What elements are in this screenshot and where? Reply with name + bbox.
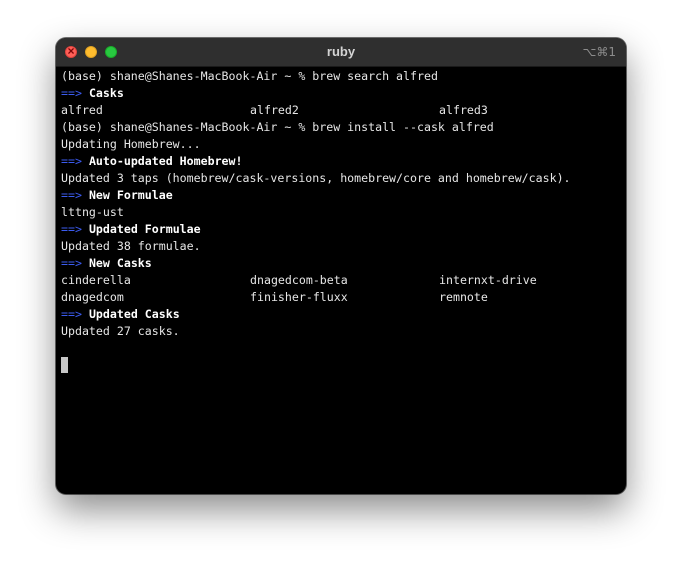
text-cursor	[61, 357, 68, 373]
terminal-header-line: ==> Updated Formulae	[61, 222, 201, 236]
terminal-line: lttng-ust	[61, 205, 124, 219]
terminal-output[interactable]: (base) shane@Shanes-MacBook-Air ~ % brew…	[61, 68, 621, 494]
arrow-marker: ==>	[61, 154, 82, 168]
terminal-line: Updating Homebrew...	[61, 137, 201, 151]
terminal-header-line: ==> New Casks	[61, 256, 152, 270]
arrow-marker: ==>	[61, 307, 82, 321]
terminal-prompt-line[interactable]	[61, 357, 621, 374]
terminal-line: Updated 27 casks.	[61, 324, 180, 338]
terminal-line: Updated 3 taps (homebrew/cask-versions, …	[61, 171, 571, 185]
terminal-columns-line: cinderella dnagedcom-beta internxt-drive	[61, 273, 537, 287]
terminal-header-line: ==> New Formulae	[61, 188, 173, 202]
terminal-line: (base) shane@Shanes-MacBook-Air ~ % brew…	[61, 69, 438, 83]
window-title: ruby	[326, 44, 356, 59]
arrow-marker: ==>	[61, 256, 82, 270]
title-bar[interactable]: ruby ⌥⌘1	[56, 38, 626, 67]
terminal-line: (base) shane@Shanes-MacBook-Air ~ % brew…	[61, 120, 494, 134]
terminal-header-line: ==> Casks	[61, 86, 124, 100]
terminal-window: ruby ⌥⌘1 (base) shane@Shanes-MacBook-Air…	[56, 38, 626, 494]
terminal-columns-line: alfred alfred2 alfred3	[61, 103, 488, 117]
terminal-header-line: ==> Auto-updated Homebrew!	[61, 154, 243, 168]
arrow-marker: ==>	[61, 86, 82, 100]
arrow-marker: ==>	[61, 222, 82, 236]
terminal-header-line: ==> Updated Casks	[61, 307, 180, 321]
terminal-columns-line: dnagedcom finisher-fluxx remnote	[61, 290, 488, 304]
arrow-marker: ==>	[61, 188, 82, 202]
window-shortcut-label: ⌥⌘1	[582, 45, 616, 59]
terminal-line: Updated 38 formulae.	[61, 239, 201, 253]
